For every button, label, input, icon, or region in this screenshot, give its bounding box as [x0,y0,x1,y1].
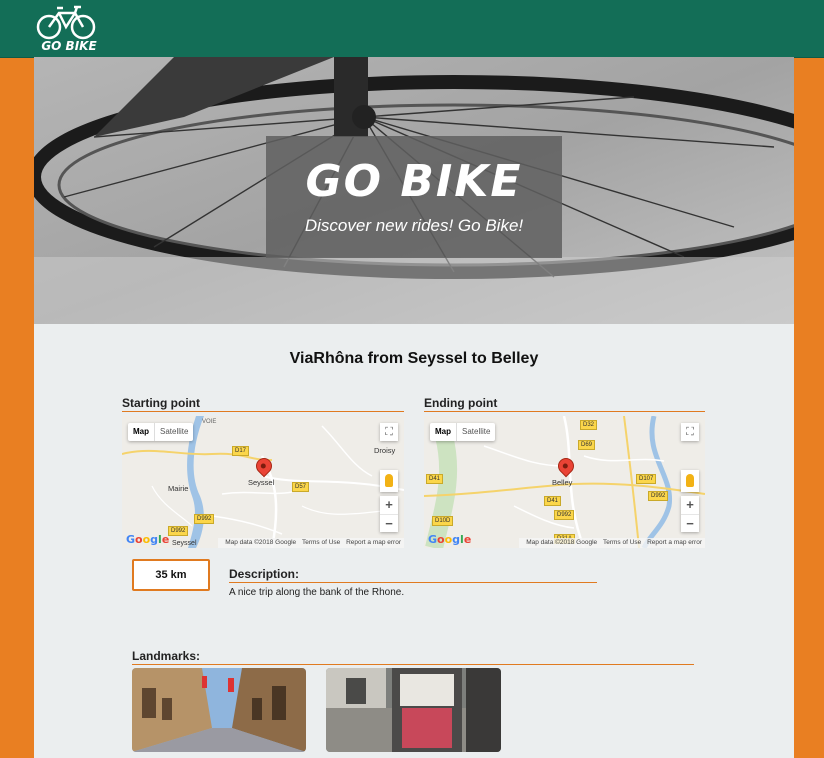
google-logo: Google [428,533,472,546]
map-attribution: Map data ©2018 Google Terms of Use Repor… [218,538,404,548]
terms-link[interactable]: Terms of Use [302,539,340,546]
street-view-pegman-icon[interactable] [681,470,699,492]
report-link[interactable]: Report a map error [647,539,702,546]
zoom-control: + − [681,496,699,532]
road-label: D107 [636,474,657,484]
map-type-control[interactable]: Map Satellite [128,423,194,441]
road-label: D992 [194,514,215,524]
satellite-tab[interactable]: Satellite [457,423,495,441]
hero-title: GO BIKE [305,156,523,207]
zoom-out-button[interactable]: − [681,514,699,533]
ending-point-heading: Ending point [424,396,705,412]
fullscreen-icon[interactable]: ⛶ [380,423,398,441]
distance-badge: 35 km [132,559,210,591]
zoom-control: + − [380,496,398,532]
place-label: Seyssel [248,478,275,487]
ride-description: A nice trip along the bank of the Rhone. [229,587,405,598]
street-view-pegman-icon[interactable] [380,470,398,492]
hero-title-panel: GO BIKE Discover new rides! Go Bike! [266,136,562,258]
road-label: D41 [544,496,562,506]
road-label: D17 [232,446,250,456]
satellite-tab[interactable]: Satellite [155,423,193,441]
map-type-control[interactable]: Map Satellite [430,423,496,441]
road-label: D992 [648,491,669,501]
road-label: D992 [168,526,189,536]
site-logo[interactable]: GO BIKE [35,3,99,55]
top-navbar: GO BIKE [0,0,824,58]
place-label: Mairie [168,484,189,493]
report-link[interactable]: Report a map error [346,539,401,546]
place-label: Belley [552,478,573,487]
hero-banner: GO BIKE Discover new rides! Go Bike! [34,57,794,324]
bicycle-icon [36,5,96,40]
zoom-out-button[interactable]: − [380,514,398,533]
logo-text: GO BIKE [41,39,97,53]
map-data-text: Map data ©2018 Google [225,539,297,546]
map-data-text: Map data ©2018 Google [526,539,598,546]
zoom-in-button[interactable]: + [681,496,699,514]
road-label: D32 [580,420,598,430]
terms-link[interactable]: Terms of Use [603,539,641,546]
place-label: Seyssel [172,540,197,547]
road-label: D57 [292,482,310,492]
google-logo: Google [126,533,170,546]
landmark-street-image[interactable] [132,668,306,752]
road-label: D41 [426,474,444,484]
place-label: Droisy [374,446,396,455]
road-label: D69 [578,440,596,450]
landmark-gas-pump-image[interactable] [326,668,501,752]
map-tab[interactable]: Map [128,423,155,441]
hero-subtitle: Discover new rides! Go Bike! [304,216,524,235]
road-label: D992 [554,510,575,520]
ride-title: ViaRhôna from Seyssel to Belley [289,350,539,367]
ending-point-map[interactable]: Map Satellite ⛶ D32 D69 D41 D10D D992 D4… [424,416,705,548]
landmarks-heading: Landmarks: [132,649,694,665]
map-attribution: Map data ©2018 Google Terms of Use Repor… [519,538,705,548]
zoom-in-button[interactable]: + [380,496,398,514]
place-label: VOIE [202,419,217,425]
description-heading: Description: [229,567,597,583]
fullscreen-icon[interactable]: ⛶ [681,423,699,441]
starting-point-heading: Starting point [122,396,404,412]
road-label: D10D [432,516,454,526]
ride-detail-section: ViaRhôna from Seyssel to Belley Starting… [34,324,794,758]
map-tab[interactable]: Map [430,423,457,441]
starting-point-map[interactable]: Map Satellite ⛶ D17 D57 D992 D992 Droisy… [122,416,404,548]
